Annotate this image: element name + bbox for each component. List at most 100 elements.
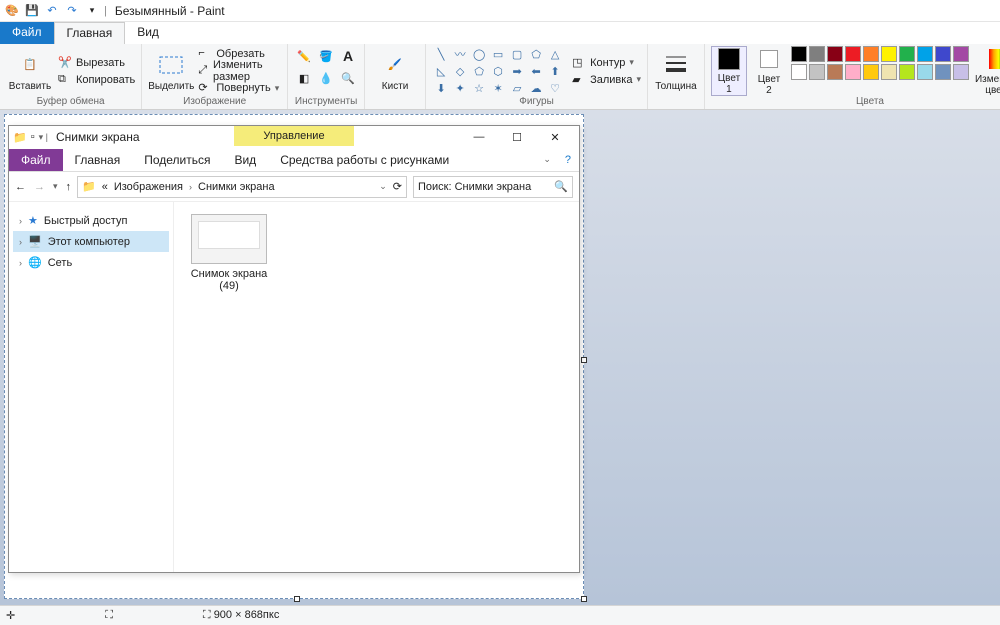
picker-tool[interactable]: 💧 — [316, 68, 336, 88]
path-dropdown-icon[interactable]: ⌄ — [379, 181, 387, 192]
redo-icon[interactable]: ↷ — [64, 3, 80, 19]
shape-arrU[interactable]: ⬆ — [546, 63, 564, 79]
shape-6star[interactable]: ✶ — [489, 80, 507, 96]
ex-tab-home[interactable]: Главная — [63, 149, 133, 171]
color-swatch[interactable] — [899, 64, 915, 80]
minimize-button[interactable]: ― — [467, 131, 491, 144]
ribbon-collapse-icon[interactable]: ⌄ — [537, 154, 557, 165]
refresh-icon[interactable]: ⟳ — [393, 180, 402, 193]
size-button[interactable]: Толщина — [654, 46, 698, 96]
shape-roundrect[interactable]: ▢ — [508, 46, 526, 62]
shape-rtri[interactable]: ◺ — [432, 63, 450, 79]
network-icon: 🌐 — [28, 256, 42, 269]
color-swatch[interactable] — [845, 46, 861, 62]
rotate-button[interactable]: ⟳Повернуть ▾ — [198, 80, 281, 96]
color-swatch[interactable] — [935, 64, 951, 80]
shape-4star[interactable]: ✦ — [451, 80, 469, 96]
sidebar-network[interactable]: ›🌐Сеть — [13, 252, 169, 273]
search-box[interactable]: Поиск: Снимки экрана 🔍 — [413, 176, 573, 198]
close-button[interactable]: ✕ — [543, 131, 567, 144]
sidebar-thispc[interactable]: ›🖥️Этот компьютер — [13, 231, 169, 252]
shape-arrL[interactable]: ⬅ — [527, 63, 545, 79]
qat-menu-icon[interactable]: ▾ — [84, 3, 100, 19]
color-swatch[interactable] — [863, 64, 879, 80]
file-item[interactable]: Снимок экрана (49) — [186, 214, 272, 292]
nav-fwd-icon[interactable]: → — [34, 181, 45, 193]
shape-hex[interactable]: ⬡ — [489, 63, 507, 79]
save-icon[interactable]: 💾 — [24, 3, 40, 19]
shape-curve[interactable]: 〰 — [451, 46, 469, 62]
shape-line[interactable]: ╲ — [432, 46, 450, 62]
color-swatch[interactable] — [881, 64, 897, 80]
cut-button[interactable]: ✂️Вырезать — [58, 55, 135, 71]
undo-icon[interactable]: ↶ — [44, 3, 60, 19]
search-icon[interactable]: 🔍 — [554, 180, 568, 193]
color-palette[interactable] — [791, 46, 969, 80]
resize-button[interactable]: ⤢Изменить размер — [198, 63, 281, 79]
shape-5star[interactable]: ☆ — [470, 80, 488, 96]
color-swatch[interactable] — [881, 46, 897, 62]
color-swatch[interactable] — [863, 46, 879, 62]
color-swatch[interactable] — [809, 64, 825, 80]
tab-view[interactable]: Вид — [125, 22, 171, 44]
shape-pent[interactable]: ⬠ — [470, 63, 488, 79]
ex-tab-view[interactable]: Вид — [222, 149, 268, 171]
shape-callO[interactable]: ☁ — [527, 80, 545, 96]
address-path[interactable]: 📁 « Изображения › Снимки экрана ⌄ ⟳ — [77, 176, 407, 198]
crumb-screens[interactable]: Снимки экрана — [198, 181, 275, 193]
color-swatch[interactable] — [917, 46, 933, 62]
nav-up-icon[interactable]: ↑ — [66, 181, 72, 193]
color2-button[interactable]: Цвет 2 — [751, 46, 787, 96]
tab-file[interactable]: Файл — [0, 22, 54, 44]
pencil-tool[interactable]: ✏️ — [294, 46, 314, 66]
eraser-tool[interactable]: ◧ — [294, 68, 314, 88]
ex-qat-menu[interactable]: ▾ | — [39, 132, 48, 143]
explorer-manage-tab[interactable]: Управление — [234, 126, 354, 146]
select-button[interactable]: Выделить — [148, 46, 194, 96]
color-swatch[interactable] — [791, 46, 807, 62]
color-swatch[interactable] — [917, 64, 933, 80]
nav-recent-icon[interactable]: ▾ — [53, 181, 58, 193]
color-swatch[interactable] — [791, 64, 807, 80]
color-swatch[interactable] — [953, 46, 969, 62]
outline-button[interactable]: ◳Контур ▾ — [572, 55, 641, 71]
color-swatch[interactable] — [953, 64, 969, 80]
bucket-tool[interactable]: 🪣 — [316, 46, 336, 66]
help-icon[interactable]: ? — [557, 154, 579, 166]
shape-diam[interactable]: ◇ — [451, 63, 469, 79]
shapes-gallery[interactable]: ╲〰◯▭▢⬠△ ◺◇⬠⬡➡⬅⬆ ⬇✦☆✶▱☁♡ — [432, 46, 564, 96]
shape-tri[interactable]: △ — [546, 46, 564, 62]
shape-rect[interactable]: ▭ — [489, 46, 507, 62]
shape-oval[interactable]: ◯ — [470, 46, 488, 62]
shape-arrR[interactable]: ➡ — [508, 63, 526, 79]
edit-colors-button[interactable]: Изменение цветов — [973, 46, 1000, 96]
copy-button[interactable]: ⧉Копировать — [58, 72, 135, 88]
crumb-images[interactable]: Изображения — [114, 181, 183, 193]
zoom-tool[interactable]: 🔍 — [338, 68, 358, 88]
explorer-file-pane[interactable]: Снимок экрана (49) — [174, 202, 579, 572]
color-swatch[interactable] — [899, 46, 915, 62]
ex-tab-pictools[interactable]: Средства работы с рисунками — [268, 149, 461, 171]
shape-callR[interactable]: ▱ — [508, 80, 526, 96]
shape-heart[interactable]: ♡ — [546, 80, 564, 96]
color-swatch[interactable] — [809, 46, 825, 62]
ex-tab-file[interactable]: Файл — [9, 149, 63, 171]
paste-button[interactable]: 📋 Вставить — [6, 46, 54, 96]
maximize-button[interactable]: ☐ — [505, 131, 529, 144]
explorer-titlebar[interactable]: 📁 ▫ ▾ | Снимки экрана Управление ― ☐ ✕ — [9, 126, 579, 148]
color-swatch[interactable] — [827, 46, 843, 62]
text-tool[interactable]: A — [338, 46, 358, 66]
color-swatch[interactable] — [935, 46, 951, 62]
color1-button[interactable]: Цвет 1 — [711, 46, 747, 96]
sidebar-quick[interactable]: ›★Быстрый доступ — [13, 210, 169, 231]
brushes-button[interactable]: 🖌️ Кисти — [371, 46, 419, 96]
shape-arrD[interactable]: ⬇ — [432, 80, 450, 96]
ex-tab-share[interactable]: Поделиться — [132, 149, 222, 171]
color-swatch[interactable] — [845, 64, 861, 80]
shape-poly[interactable]: ⬠ — [527, 46, 545, 62]
fill-button[interactable]: ▰Заливка ▾ — [572, 72, 641, 88]
color-swatch[interactable] — [827, 64, 843, 80]
ex-qat-icon[interactable]: ▫ — [31, 131, 35, 143]
nav-back-icon[interactable]: ← — [15, 181, 26, 193]
tab-home[interactable]: Главная — [54, 22, 126, 44]
